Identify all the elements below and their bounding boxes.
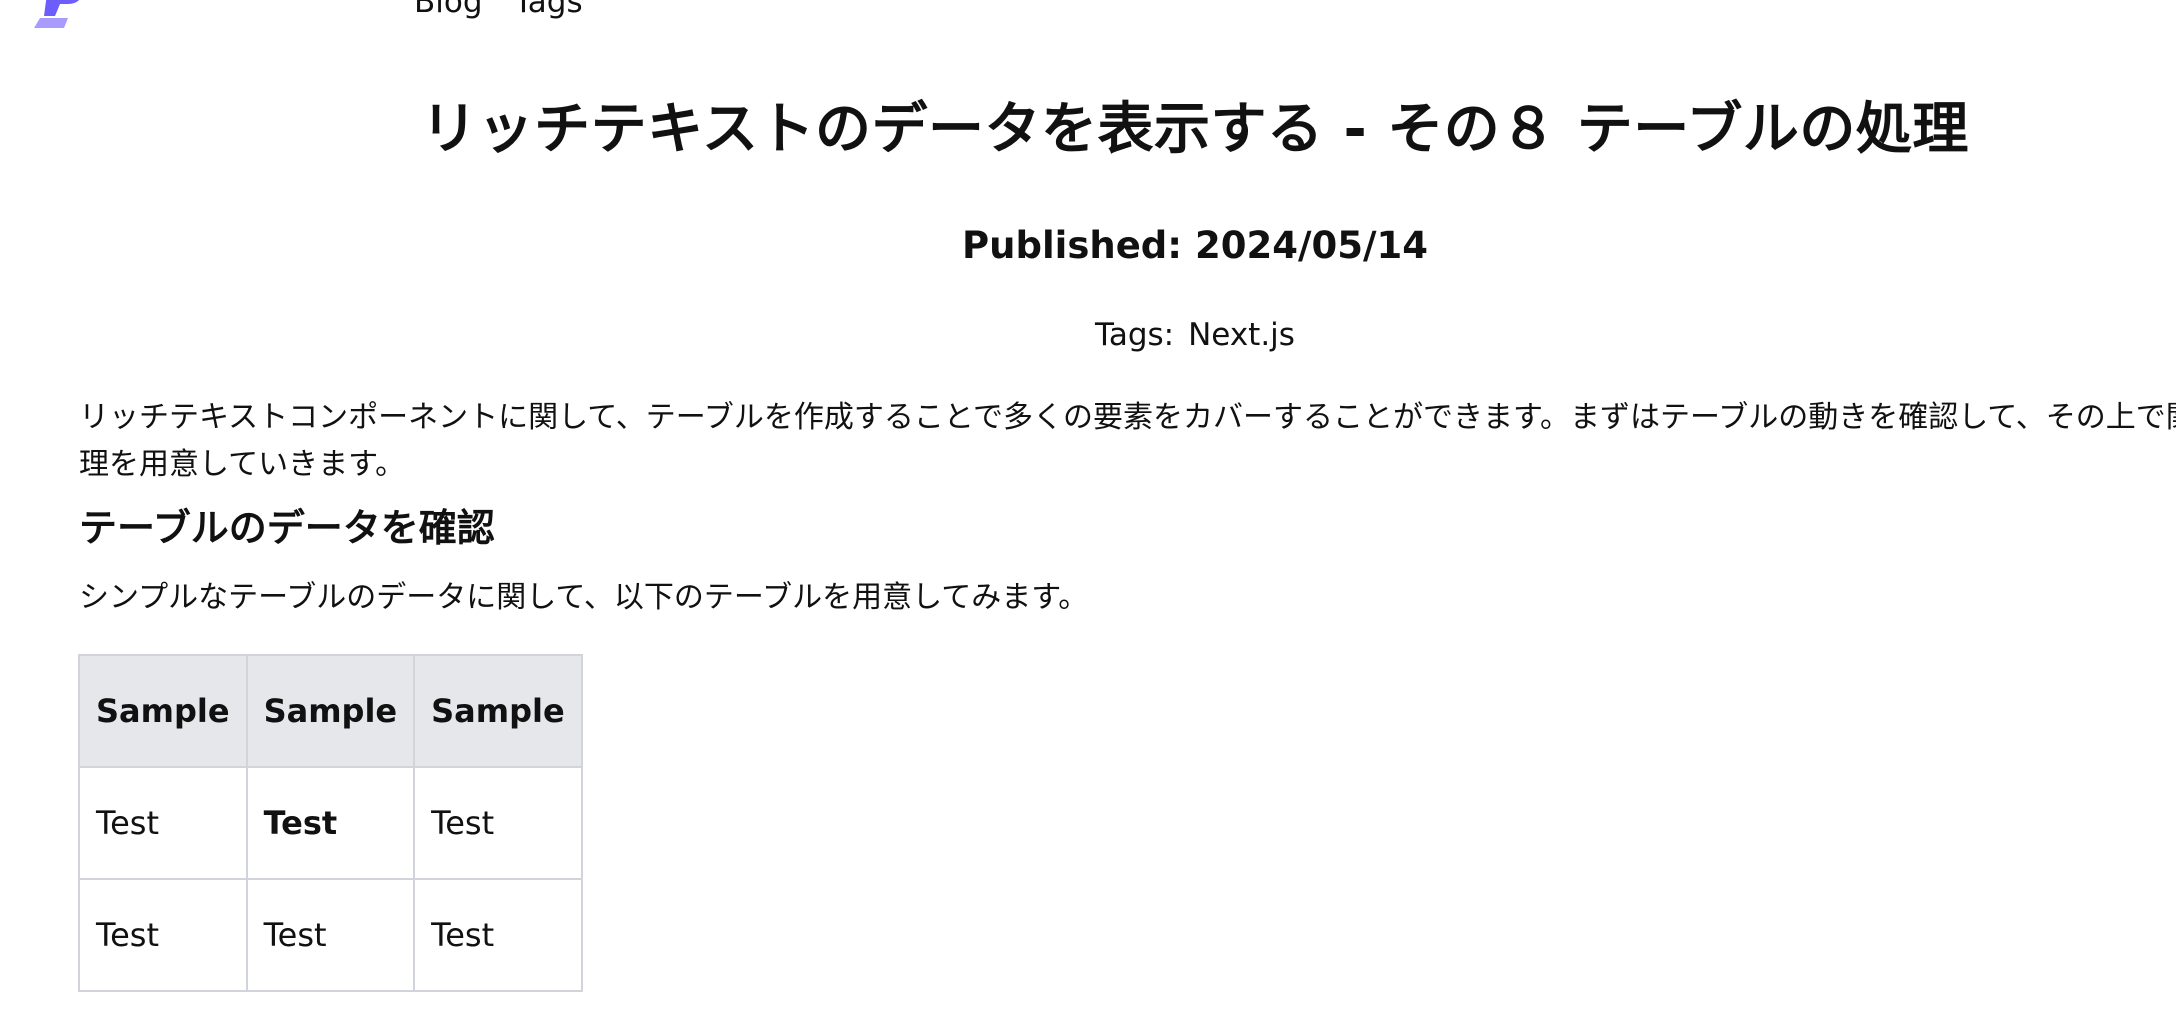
section-heading: テーブルのデータを確認 bbox=[79, 506, 495, 550]
intro-line-1: リッチテキストコンポーネントに関して、テーブルを作成することで多くの要素をカバー… bbox=[79, 400, 2176, 435]
table-cell: Test bbox=[413, 766, 583, 880]
section-paragraph: シンプルなテーブルのデータに関して、以下のテーブルを用意してみます。 bbox=[79, 580, 1089, 615]
table-header-cell: Sample bbox=[413, 654, 583, 768]
tags-row: Tags: Next.js bbox=[0, 314, 2176, 356]
table-cell: Test bbox=[78, 766, 248, 880]
table-row: Test Test Test bbox=[78, 878, 583, 992]
table-header-cell: Sample bbox=[245, 654, 416, 768]
tags-label: Tags: bbox=[1095, 317, 1175, 353]
intro-line-2: 理を用意していきます。 bbox=[79, 447, 406, 482]
intro-paragraph: リッチテキストコンポーネントに関して、テーブルを作成することで多くの要素をカバー… bbox=[79, 394, 2176, 488]
page-title: リッチテキストのデータを表示する - その８ テーブルの処理 bbox=[421, 97, 1969, 162]
tag-link-nextjs[interactable]: Next.js bbox=[1188, 317, 1295, 353]
article: リッチテキストのデータを表示する - その８ テーブルの処理 Published… bbox=[0, 0, 2176, 1016]
table-cell: Test bbox=[78, 878, 248, 992]
table-row: Test Test Test bbox=[78, 766, 583, 880]
published-date: Published: 2024/05/14 bbox=[962, 224, 1428, 267]
table-cell: Test bbox=[413, 878, 583, 992]
table-cell: Test bbox=[245, 878, 416, 992]
sample-table: Sample Sample Sample Test Test Test Test… bbox=[78, 654, 583, 992]
table-cell-bold: Test bbox=[245, 766, 416, 880]
table-header-cell: Sample bbox=[78, 654, 248, 768]
table-header-row: Sample Sample Sample bbox=[78, 654, 583, 768]
